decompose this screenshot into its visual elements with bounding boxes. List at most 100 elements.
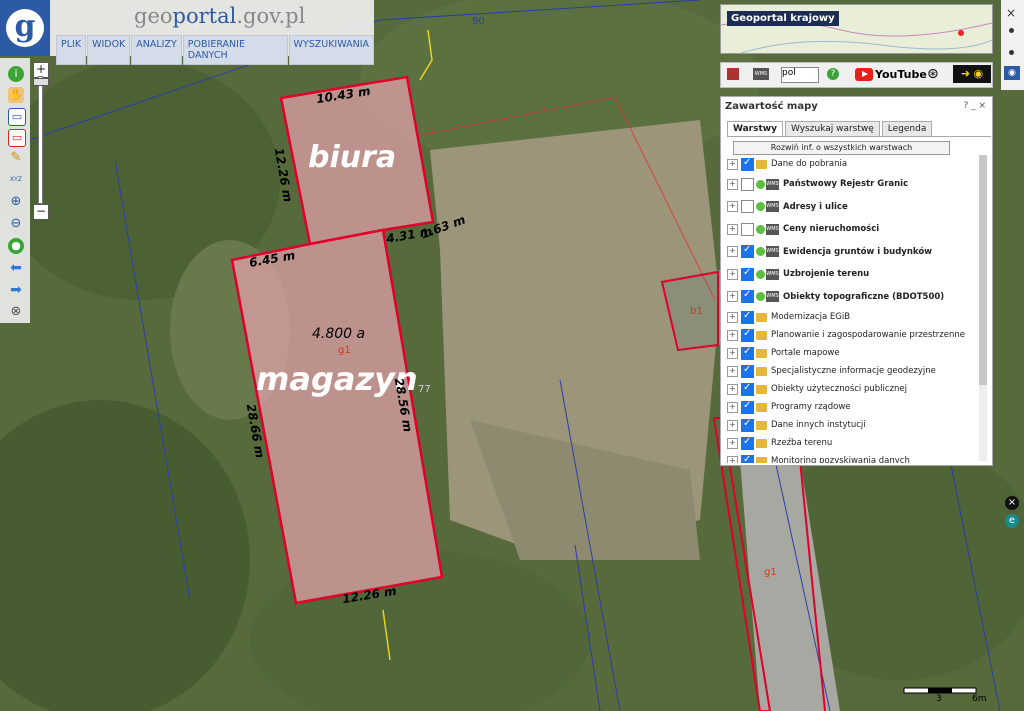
settings-icon[interactable]: ⊗ [8, 304, 24, 320]
xyz-icon[interactable]: XYZ [8, 172, 24, 188]
layer-name: Uzbrojenie terenu [783, 269, 870, 280]
expand-icon[interactable]: + [727, 347, 738, 359]
expand-icon[interactable]: + [727, 246, 738, 258]
eye-icon[interactable]: ◉ [1004, 66, 1020, 80]
layer-checkbox[interactable] [741, 310, 754, 324]
layer-checkbox[interactable] [741, 289, 754, 304]
menu-plik[interactable]: PLIK [56, 35, 87, 65]
layer-checkbox[interactable] [741, 328, 754, 342]
g-logo-icon: g [6, 9, 44, 47]
expand-icon[interactable]: + [727, 437, 738, 449]
expand-icon[interactable]: + [727, 223, 738, 235]
layer-name: Obiekty topograficzne (BDOT500) [783, 291, 945, 302]
forward-arrow-icon[interactable]: ➡ [8, 282, 24, 298]
expand-icon[interactable]: + [727, 178, 738, 190]
menu-analizy[interactable]: ANALIZY [131, 35, 182, 65]
wms-icon[interactable]: WMS [753, 68, 769, 80]
layer-row[interactable]: + Specjalistyczne informacje geodezyjne [727, 362, 979, 380]
expand-all-button[interactable]: Rozwiń inf. o wszystkich warstwach [733, 141, 950, 155]
dot-icon-2[interactable] [1009, 50, 1014, 55]
header-bar: geoportal.gov.pl PLIK WIDOK ANALIZY POBI… [50, 0, 374, 65]
zoom-minus-button[interactable]: − [33, 204, 49, 220]
layer-row[interactable]: + Monitoring pozyskiwania danych [727, 452, 979, 463]
layer-row[interactable]: + Rzeźba terenu [727, 434, 979, 452]
expand-icon[interactable]: + [727, 268, 738, 280]
scrollbar-thumb[interactable] [979, 155, 987, 385]
layer-row[interactable]: + Planowanie i zagospodarowanie przestrze… [727, 326, 979, 344]
zoom-in-icon[interactable]: ⊕ [8, 194, 24, 210]
layer-checkbox[interactable] [741, 382, 754, 396]
expand-icon[interactable]: + [727, 365, 738, 377]
layer-checkbox[interactable] [741, 346, 754, 360]
layer-checkbox[interactable] [741, 244, 754, 259]
expand-icon[interactable]: + [727, 329, 738, 341]
layer-row[interactable]: + WMS Ceny nieruchomości [727, 218, 979, 241]
dot-icon[interactable] [1009, 28, 1014, 33]
select-area-icon[interactable]: ▭ [8, 108, 26, 126]
e-icon[interactable]: e [1005, 514, 1019, 528]
layer-row[interactable]: + WMS Ewidencja gruntów i budynków [727, 241, 979, 264]
layer-scrollbar[interactable] [979, 155, 987, 461]
expand-icon[interactable]: + [727, 419, 738, 431]
parcel-label-g1-right: g1 [764, 567, 777, 578]
layer-checkbox[interactable] [741, 177, 754, 191]
expand-icon[interactable]: + [727, 383, 738, 395]
eye-toggle-icon[interactable]: ➜ ◉ [953, 65, 991, 83]
language-select[interactable]: pol [781, 67, 819, 83]
globe-icon[interactable]: ● [8, 238, 24, 254]
close-x-icon[interactable]: × [1006, 6, 1016, 20]
layer-checkbox[interactable] [741, 400, 754, 414]
expand-icon[interactable]: + [727, 311, 738, 323]
zoom-slider[interactable]: + − [33, 60, 49, 220]
layer-row[interactable]: + Modernizacja EGiB [727, 308, 979, 326]
expand-icon[interactable]: + [727, 158, 738, 170]
wms-icon: WMS [766, 291, 779, 303]
layer-row[interactable]: + WMS Uzbrojenie terenu [727, 263, 979, 286]
layer-row[interactable]: + WMS Adresy i ulice [727, 196, 979, 219]
zoom-knob[interactable] [33, 78, 49, 86]
layer-checkbox[interactable] [741, 222, 754, 236]
zoom-track[interactable] [38, 76, 43, 204]
layer-row[interactable]: + Programy rządowe [727, 398, 979, 416]
youtube-link[interactable]: YouTube [855, 67, 927, 82]
layer-name: Dane innych instytucji [771, 420, 866, 430]
tab-legenda[interactable]: Legenda [881, 121, 933, 136]
menu-wyszukiwania[interactable]: WYSZUKIWANIA [288, 35, 374, 65]
zoom-out-icon[interactable]: ⊖ [8, 216, 24, 232]
close-circle-icon[interactable]: × [1005, 496, 1019, 510]
expand-icon[interactable]: + [727, 401, 738, 413]
print-icon[interactable] [727, 68, 739, 80]
layer-checkbox[interactable] [741, 157, 754, 171]
layer-row[interactable]: + WMS Państwowy Rejestr Granic [727, 173, 979, 196]
expand-icon[interactable]: + [727, 455, 738, 463]
pencil-icon[interactable]: ✎ [8, 150, 24, 166]
layer-checkbox[interactable] [741, 454, 754, 463]
overview-map[interactable]: Geoportal krajowy [720, 4, 993, 54]
layer-row[interactable]: + Dane do pobrania [727, 155, 979, 173]
label-biura: biura [308, 140, 397, 175]
tab-wyszukaj-warstwe[interactable]: Wyszukaj warstwę [784, 121, 880, 136]
layer-row[interactable]: + WMS Obiekty topograficzne (BDOT500) [727, 286, 979, 309]
help-icon[interactable]: ? [827, 68, 839, 80]
menu-widok[interactable]: WIDOK [87, 35, 131, 65]
layer-checkbox[interactable] [741, 364, 754, 378]
layer-checkbox[interactable] [741, 418, 754, 432]
layer-row[interactable]: + Obiekty użyteczności publicznej [727, 380, 979, 398]
geoportal-logo[interactable]: g [0, 0, 50, 56]
layer-checkbox[interactable] [741, 267, 754, 281]
select-red-icon[interactable]: ▭ [8, 129, 26, 147]
menu-pobieranie-danych[interactable]: POBIERANIE DANYCH [182, 35, 288, 65]
expand-icon[interactable]: + [727, 201, 738, 213]
film-reel-icon[interactable]: ⊛ [927, 66, 939, 82]
folder-icon [756, 348, 767, 358]
expand-icon[interactable]: + [727, 291, 738, 303]
info-icon[interactable]: i [8, 66, 24, 82]
tab-warstwy[interactable]: Warstwy [727, 121, 783, 136]
layer-row[interactable]: + Portale mapowe [727, 344, 979, 362]
back-arrow-icon[interactable]: ⬅ [8, 260, 24, 276]
layer-row[interactable]: + Dane innych instytucji [727, 416, 979, 434]
layer-checkbox[interactable] [741, 200, 754, 214]
pan-hand-icon[interactable]: ✋ [8, 87, 24, 103]
layer-checkbox[interactable] [741, 436, 754, 450]
panel-controls[interactable]: ? _ × [963, 101, 986, 111]
